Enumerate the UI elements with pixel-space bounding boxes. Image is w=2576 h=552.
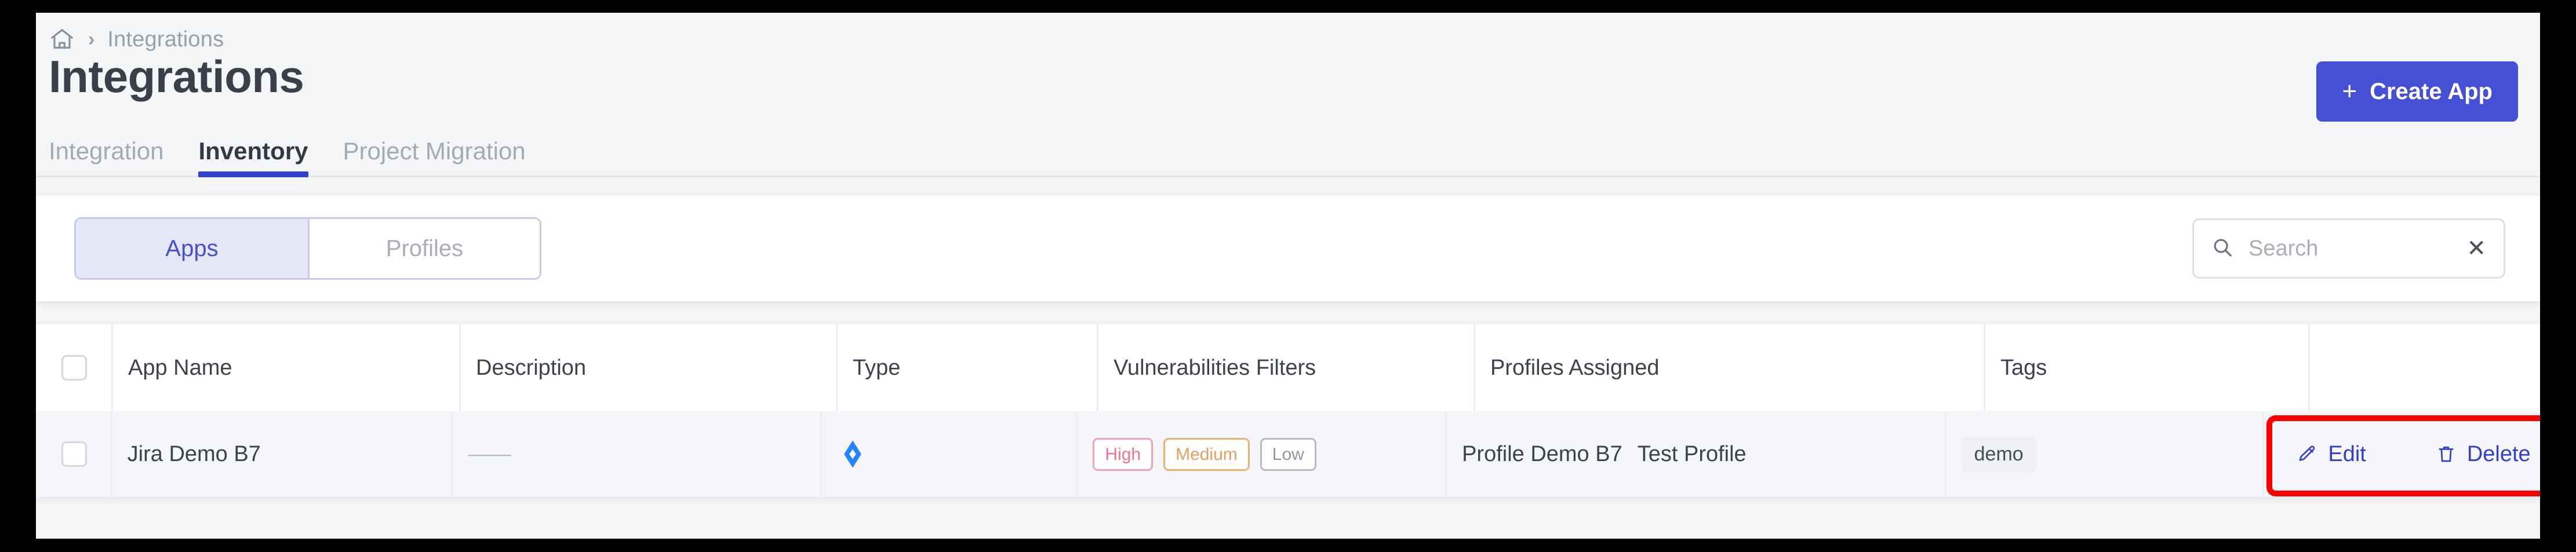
cell-app-name: Jira Demo B7: [110, 411, 452, 497]
delete-label: Delete: [2466, 441, 2531, 466]
column-header-type[interactable]: Type: [836, 324, 1097, 411]
search-box[interactable]: ✕: [2192, 218, 2505, 279]
profile-item: Profile Demo B7: [1462, 441, 1622, 466]
table-header-row: App Name Description Type Vulnerabilitie…: [36, 324, 2540, 411]
close-icon[interactable]: ✕: [2464, 237, 2488, 260]
inventory-toolbar: Apps Profiles ✕: [36, 196, 2540, 301]
vulnerability-badges: High Medium Low: [1093, 437, 1316, 471]
home-icon[interactable]: [49, 26, 75, 53]
pencil-icon: [2297, 444, 2317, 465]
app-viewport: › Integrations Integrations + Create App…: [36, 13, 2540, 539]
badge-low[interactable]: Low: [1260, 437, 1316, 471]
column-header-tags[interactable]: Tags: [1984, 324, 2308, 411]
edit-button[interactable]: Edit: [2297, 442, 2366, 467]
breadcrumb-separator: ›: [88, 28, 95, 50]
jira-icon: [837, 438, 868, 470]
cell-profiles-assigned: Profile Demo B7 Test Profile: [1445, 411, 1945, 497]
column-header-profiles-assigned[interactable]: Profiles Assigned: [1473, 324, 1984, 411]
breadcrumb: › Integrations: [36, 13, 2540, 52]
tab-inventory[interactable]: Inventory: [198, 137, 308, 177]
search-icon: [2211, 236, 2233, 261]
badge-high[interactable]: High: [1093, 437, 1154, 471]
page-title: Integrations: [49, 51, 304, 102]
apps-table: App Name Description Type Vulnerabilitie…: [36, 324, 2540, 497]
cell-type: [820, 411, 1076, 497]
row-select-checkbox[interactable]: [61, 441, 87, 467]
empty-description: ——: [468, 441, 511, 466]
profile-item: Test Profile: [1637, 441, 1747, 466]
segment-apps[interactable]: Apps: [76, 219, 308, 278]
column-header-description[interactable]: Description: [459, 324, 836, 411]
create-app-label: Create App: [2370, 78, 2493, 104]
edit-label: Edit: [2328, 441, 2366, 466]
plus-icon: +: [2342, 77, 2357, 105]
row-actions: Edit Delete: [2266, 415, 2540, 496]
segment-profiles[interactable]: Profiles: [308, 219, 540, 278]
create-app-button[interactable]: + Create App: [2316, 61, 2518, 122]
select-all-cell: [36, 324, 111, 411]
profile-list: Profile Demo B7 Test Profile: [1462, 442, 1747, 467]
page-header: Integrations + Create App: [36, 49, 2540, 122]
cell-actions: Edit Delete: [2262, 411, 2540, 497]
cell-tags: demo: [1944, 411, 2263, 497]
trash-icon: [2436, 444, 2457, 465]
delete-button[interactable]: Delete: [2436, 442, 2531, 467]
table-row[interactable]: Jira Demo B7 —— High Medium Low Profile …: [36, 411, 2540, 497]
search-input[interactable]: [2248, 236, 2450, 261]
column-header-actions: [2308, 324, 2540, 411]
view-segmented-control: Apps Profiles: [74, 217, 541, 280]
tab-bar: Integration Inventory Project Migration: [36, 122, 2540, 177]
cell-vulnerabilities-filters: High Medium Low: [1076, 411, 1445, 497]
row-select-cell: [36, 411, 111, 497]
tag-chip: demo: [1961, 436, 2036, 473]
column-header-app-name[interactable]: App Name: [111, 324, 459, 411]
column-header-vulnerabilities-filters[interactable]: Vulnerabilities Filters: [1097, 324, 1473, 411]
tab-project-migration[interactable]: Project Migration: [343, 137, 526, 176]
breadcrumb-current[interactable]: Integrations: [107, 27, 224, 52]
cell-description: ——: [451, 411, 820, 497]
badge-medium[interactable]: Medium: [1163, 437, 1250, 471]
tab-integration[interactable]: Integration: [49, 137, 163, 176]
select-all-checkbox[interactable]: [61, 355, 87, 381]
